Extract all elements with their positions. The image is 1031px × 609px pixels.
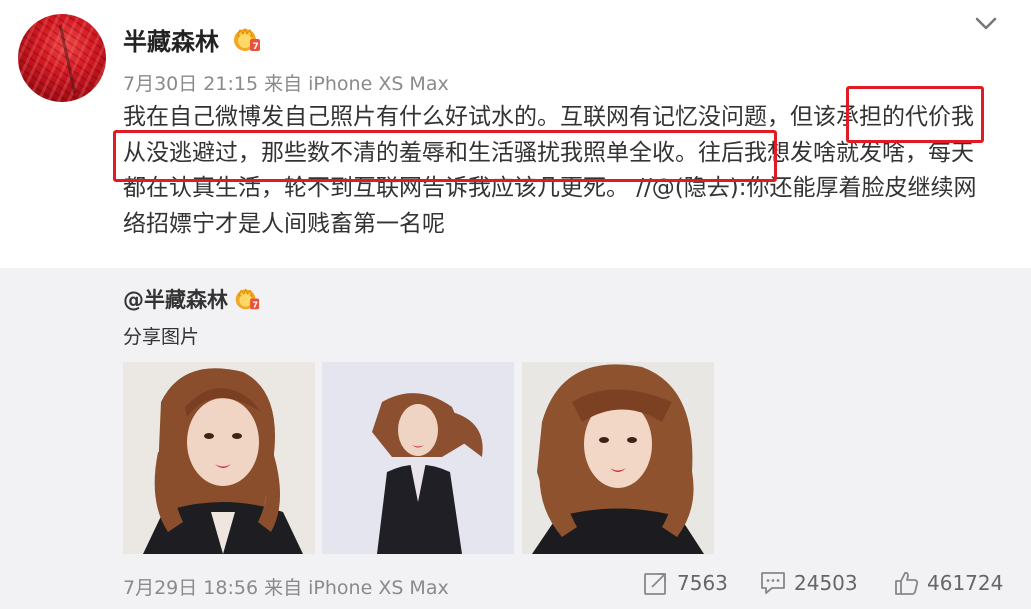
comment-button[interactable]: 24503 (760, 568, 858, 598)
shared-photo-1[interactable] (123, 362, 315, 554)
repost-username[interactable]: @半藏森林 (123, 284, 228, 314)
svg-text:7: 7 (252, 300, 258, 310)
repost-time: 7月29日 18:56 来自 iPhone XS Max (123, 577, 449, 599)
share-button[interactable]: 7563 (643, 568, 728, 598)
repost-text: 分享图片 (123, 326, 200, 348)
like-button[interactable]: 461724 (893, 568, 1003, 598)
weibo-post: 半藏森林 7 7月30日 21:15 来自 iPhone XS Max 我在自己… (0, 0, 1031, 609)
crown-medal-icon: 7 (234, 27, 260, 52)
svg-text:7: 7 (253, 42, 259, 52)
like-count: 461724 (927, 571, 1004, 595)
comment-icon (761, 572, 785, 594)
shared-photo-2[interactable] (322, 362, 514, 554)
reposted-weibo: @半藏森林 7 分享图片 7月29日 18:56 来自 iPhone XS Ma… (0, 268, 1031, 609)
comment-count: 24503 (794, 571, 858, 595)
share-icon (644, 573, 666, 595)
user-avatar[interactable] (18, 14, 106, 102)
chevron-down-icon[interactable] (972, 12, 1000, 36)
thumbs-up-icon (895, 571, 919, 595)
crown-medal-icon: 7 (235, 288, 260, 310)
post-content: 我在自己微博发自己照片有什么好试水的。互联网有记忆没问题，但该承担的代价我从没逃… (123, 104, 977, 237)
post-username[interactable]: 半藏森林 (123, 22, 219, 57)
share-count: 7563 (677, 571, 728, 595)
shared-photo-3[interactable] (522, 362, 714, 554)
post-meta: 7月30日 21:15 来自 iPhone XS Max (123, 73, 449, 95)
